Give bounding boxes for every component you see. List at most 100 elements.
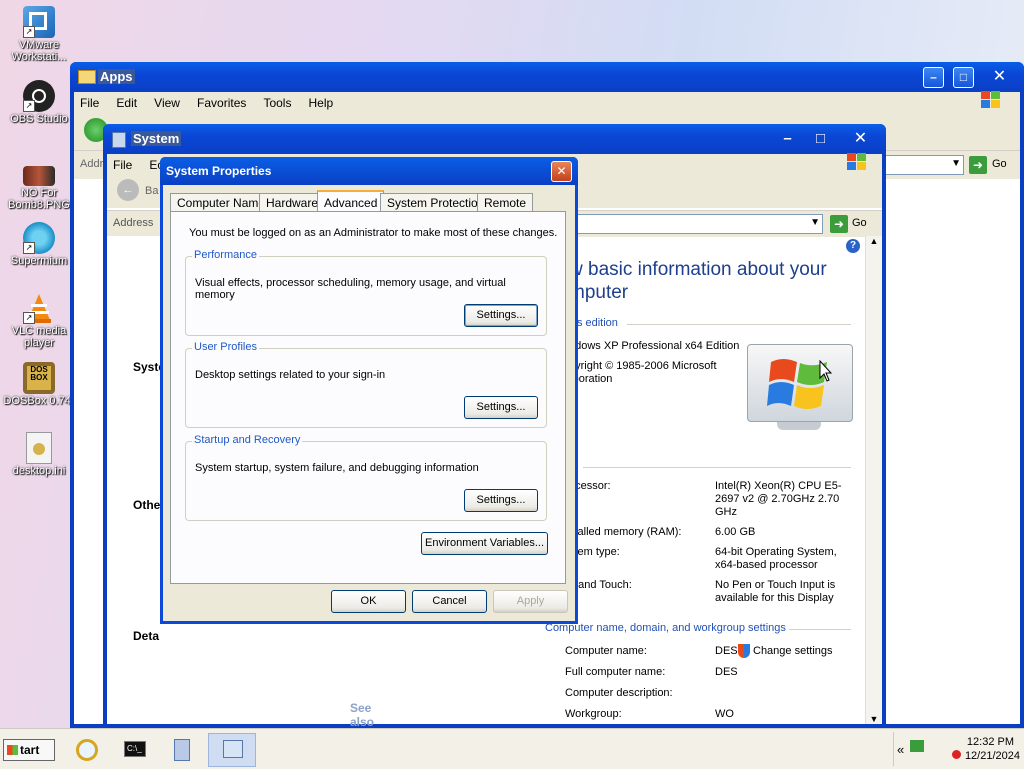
startup-recovery-settings-button[interactable]: Settings...	[464, 489, 538, 512]
desktop-icon-image[interactable]: NO For Bomb8.PNG	[0, 160, 78, 211]
maximize-button[interactable]: □	[810, 129, 831, 150]
taskbar-magnifier-icon[interactable]	[64, 733, 108, 767]
vertical-scrollbar[interactable]: ▲ ▼	[865, 236, 882, 724]
tray-chevron[interactable]: «	[897, 742, 904, 757]
divider	[627, 324, 851, 325]
desktop-icon-label: desktop.ini	[12, 465, 66, 477]
user-profiles-text: Desktop settings related to your sign-in	[195, 369, 386, 381]
taskbar-network-icon[interactable]	[160, 733, 204, 767]
menu-favorites[interactable]: Favorites	[197, 96, 246, 110]
desktop-icon-vlc[interactable]: ↗ VLC media player	[0, 292, 78, 349]
windows-logo-monitor	[747, 344, 853, 436]
back-label[interactable]: Ba	[145, 185, 158, 197]
other-places-heading: Othe	[133, 498, 161, 512]
start-button[interactable]: tart	[3, 739, 55, 761]
desktop-icon-label: NO For Bomb8.PNG	[8, 187, 70, 211]
chevron-down-icon[interactable]: ▼	[810, 217, 820, 228]
tab-remote[interactable]: Remote	[477, 193, 534, 212]
computer-name-value: DES	[715, 645, 738, 657]
dialog-body: Computer Name Hardware Advanced System P…	[163, 185, 575, 621]
advanced-tab-panel: You must be logged on as an Administrato…	[170, 211, 566, 584]
ini-file-icon	[26, 432, 52, 464]
desktop-icon-vmware[interactable]: ↗ VMware Workstati...	[0, 6, 78, 63]
computer-name-label: Computer name:	[565, 645, 647, 657]
dosbox-icon: DOS BOX	[23, 362, 55, 394]
address-label: Address	[113, 217, 154, 229]
scroll-down-arrow-icon[interactable]: ▼	[866, 714, 882, 724]
divider	[789, 629, 851, 630]
apps-titlebar[interactable]: Apps – □ ✕	[70, 62, 1024, 92]
chevron-down-icon[interactable]: ▼	[951, 158, 961, 169]
tab-system-protection[interactable]: System Protection	[380, 193, 492, 212]
minimize-button[interactable]: –	[923, 67, 944, 88]
divider	[583, 467, 851, 468]
desktop-icon-label: VMware Workstati...	[11, 39, 67, 63]
close-button[interactable]: ✕	[989, 67, 1010, 88]
performance-settings-button[interactable]: Settings...	[464, 304, 538, 327]
clock-date: 12/21/2024	[964, 750, 1020, 762]
user-profiles-group: User Profiles Desktop settings related t…	[185, 341, 547, 428]
minimize-button[interactable]: –	[777, 129, 798, 150]
address-label: Addr	[80, 158, 104, 170]
taskbar-system-icon[interactable]	[208, 733, 256, 767]
cancel-button[interactable]: Cancel	[412, 590, 487, 613]
apply-button[interactable]: Apply	[493, 590, 568, 613]
taskbar-terminal-icon[interactable]: C:\_	[112, 733, 156, 767]
edition-name: ndows XP Professional x64 Edition	[569, 340, 740, 352]
warning-tray-icon[interactable]	[952, 750, 961, 759]
user-profiles-settings-button[interactable]: Settings...	[464, 396, 538, 419]
windows-flag-icon	[980, 90, 1006, 112]
full-name-value: DES	[715, 666, 738, 678]
system-address-input[interactable]: ▼	[577, 214, 823, 234]
system-type-value: 64-bit Operating System, x64-based proce…	[715, 546, 837, 571]
help-icon[interactable]: ?	[846, 239, 860, 253]
go-arrow-icon[interactable]: ➜	[830, 215, 848, 233]
dialog-titlebar[interactable]: System Properties ✕	[160, 157, 578, 185]
tab-computer-name[interactable]: Computer Name	[170, 193, 273, 212]
desktop-icon-dosbox[interactable]: DOS BOX DOSBox 0.74-	[0, 362, 78, 407]
scroll-up-arrow-icon[interactable]: ▲	[866, 236, 882, 246]
vmware-icon: ↗	[23, 6, 55, 38]
workgroup-value: WO	[715, 708, 734, 720]
menu-tools[interactable]: Tools	[263, 96, 291, 110]
tab-advanced[interactable]: Advanced	[317, 190, 385, 213]
tab-hardware[interactable]: Hardware	[259, 193, 326, 212]
startup-recovery-label: Startup and Recovery	[192, 434, 303, 446]
maximize-button[interactable]: □	[953, 67, 974, 88]
memory-label: stalled memory (RAM):	[569, 526, 682, 538]
performance-text: Visual effects, processor scheduling, me…	[195, 277, 506, 301]
menu-help[interactable]: Help	[309, 96, 334, 110]
close-button[interactable]: ✕	[850, 129, 871, 150]
close-button[interactable]: ✕	[551, 161, 572, 182]
go-label[interactable]: Go	[852, 217, 867, 229]
desktop-icon-obs[interactable]: ↗ OBS Studio	[0, 80, 78, 125]
go-label[interactable]: Go	[992, 158, 1007, 170]
system-properties-dialog[interactable]: System Properties ✕ Computer Name Hardwa…	[160, 157, 578, 624]
computer-name-heading: Computer name, domain, and workgroup set…	[545, 622, 786, 634]
admin-note: You must be logged on as an Administrato…	[189, 227, 558, 239]
system-titlebar[interactable]: System – □ ✕	[103, 124, 886, 154]
back-arrow-icon[interactable]: ←	[117, 179, 139, 201]
window-title: System	[131, 131, 182, 146]
desktop-icon-ini[interactable]: desktop.ini	[0, 432, 78, 477]
menu-file[interactable]: File	[113, 158, 132, 172]
change-settings-link[interactable]: Change settings	[753, 645, 833, 657]
startup-recovery-text: System startup, system failure, and debu…	[195, 462, 479, 474]
environment-variables-button[interactable]: Environment Variables...	[421, 532, 548, 555]
user-profiles-label: User Profiles	[192, 341, 259, 353]
menu-edit[interactable]: Edit	[116, 96, 137, 110]
ok-button[interactable]: OK	[331, 590, 406, 613]
description-label: Computer description:	[565, 687, 673, 699]
go-arrow-icon[interactable]: ➜	[969, 156, 987, 174]
apps-address-input[interactable]: ▼	[880, 155, 964, 175]
window-title: Apps	[98, 69, 135, 84]
windows-flag-icon	[846, 152, 872, 174]
desktop-icon-label: Supermium	[10, 255, 68, 267]
network-tray-icon[interactable]	[910, 740, 924, 752]
menu-file[interactable]: File	[80, 96, 99, 110]
system-tray: « 12:32 PM 12/21/2024	[893, 732, 1024, 766]
folder-icon	[78, 70, 96, 84]
desktop-icon-supermium[interactable]: ↗ Supermium	[0, 222, 78, 267]
menu-view[interactable]: View	[154, 96, 180, 110]
dialog-title: System Properties	[166, 164, 272, 178]
